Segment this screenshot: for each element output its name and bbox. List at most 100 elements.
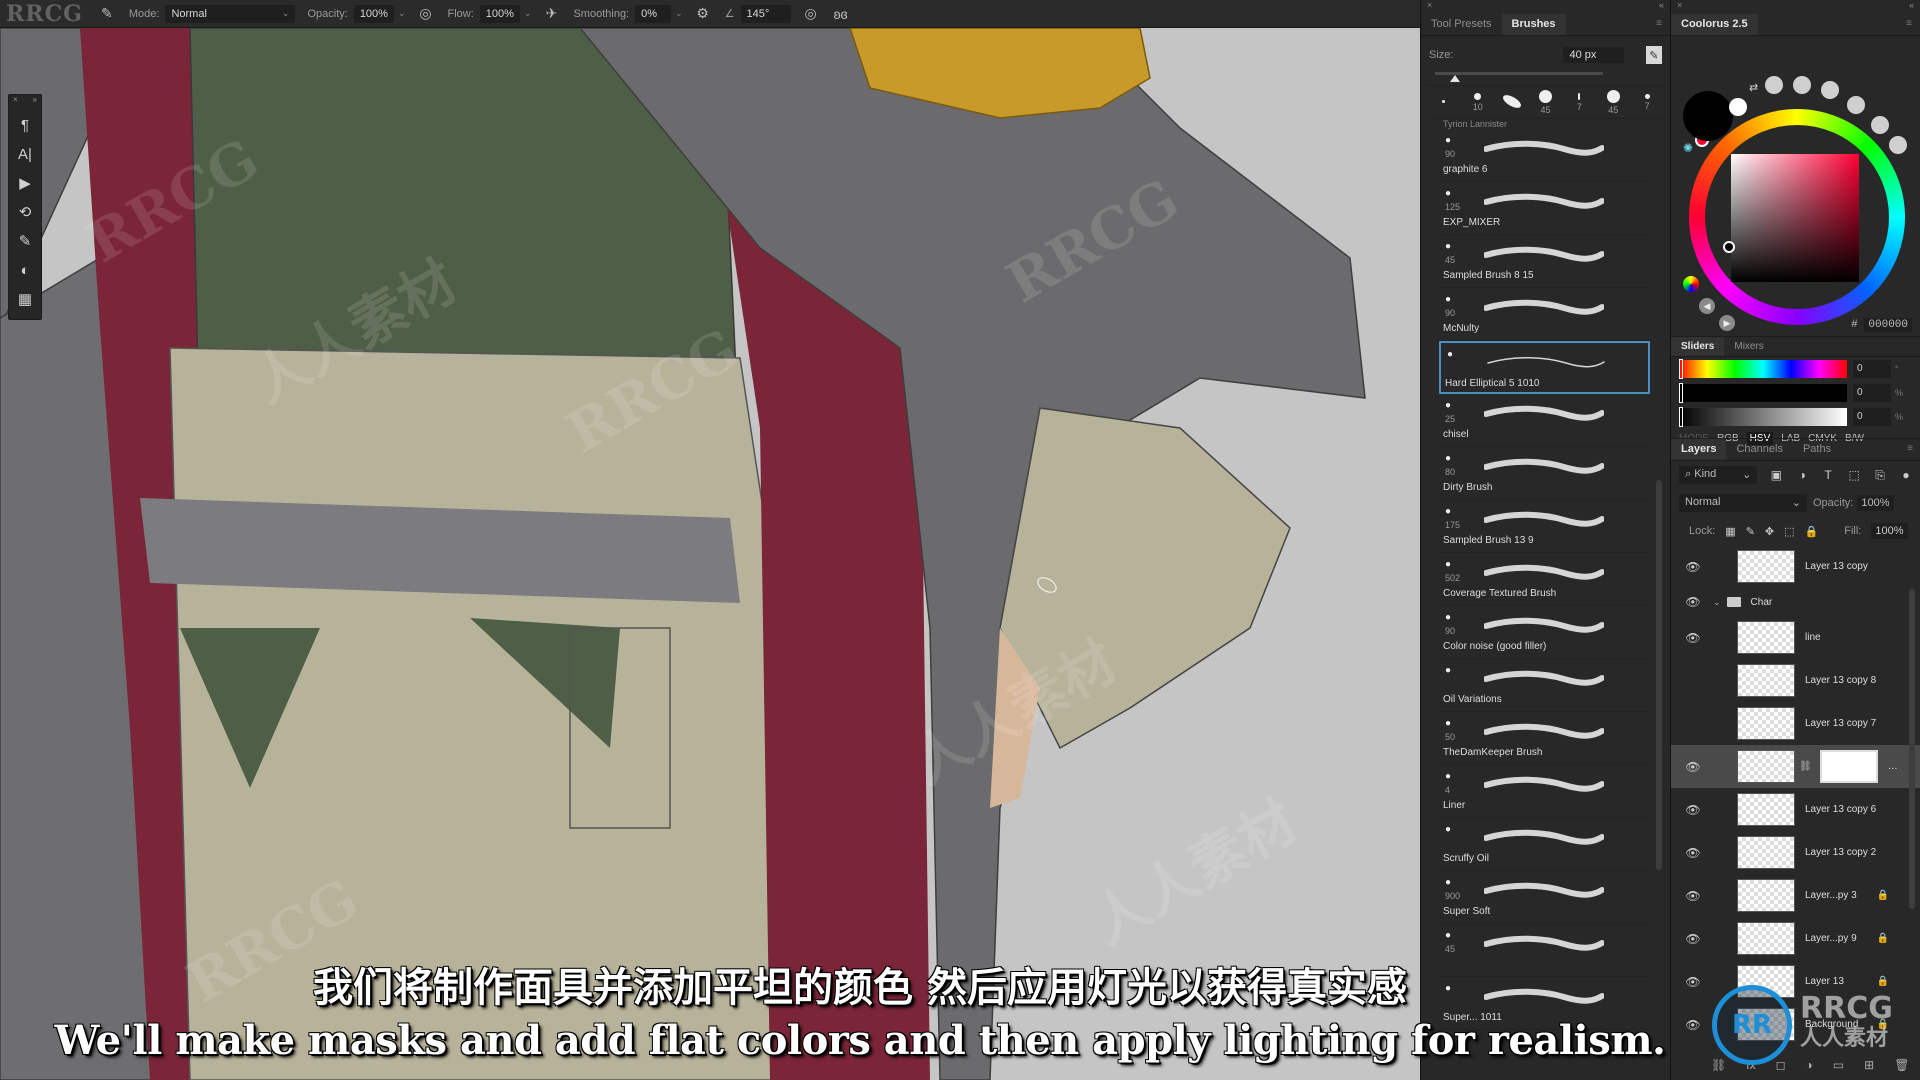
swap-colors-icon[interactable]: ⇄ xyxy=(1749,81,1758,94)
layers-scrollbar[interactable] xyxy=(1909,589,1915,909)
layer-filter-select[interactable]: ⌕ Kind ⌄ xyxy=(1679,466,1758,484)
value-value[interactable]: 0 xyxy=(1853,408,1891,426)
blend-mode-select[interactable]: Normal ⌄ xyxy=(1679,494,1807,512)
play-action-icon[interactable]: ▶ xyxy=(12,170,38,196)
brush-list-scrollbar[interactable] xyxy=(1656,480,1662,870)
opacity-dropdown-icon[interactable]: ⌄ xyxy=(398,8,406,19)
color-wheel-mode-icon[interactable] xyxy=(1683,276,1699,292)
pressure-opacity-icon[interactable]: ◎ xyxy=(416,4,436,24)
brush-preset-item[interactable]: ● 25 chisel xyxy=(1439,394,1650,447)
layer-row[interactable]: Layer 13 copy 7 xyxy=(1671,702,1920,745)
sv-marker[interactable] xyxy=(1723,241,1735,253)
flow-dropdown-icon[interactable]: ⌄ xyxy=(524,8,532,19)
brush-preset-picker-icon[interactable]: ✎ xyxy=(97,4,117,24)
brush-preset-item[interactable]: ● 4 Liner xyxy=(1439,765,1650,818)
recent-brush[interactable]: 45 xyxy=(1529,86,1563,118)
preset-brush-dot[interactable] xyxy=(1793,76,1811,94)
character-icon[interactable]: A| xyxy=(12,141,38,167)
recent-brush[interactable] xyxy=(1427,86,1461,118)
filter-shape-icon[interactable]: ⬚ xyxy=(1847,468,1861,482)
recent-brush[interactable]: 7 xyxy=(1630,86,1664,118)
fill-input[interactable]: 100% xyxy=(1871,523,1908,539)
brush-settings-icon[interactable]: ✎ xyxy=(12,228,38,254)
brush-preset-item[interactable]: ● 175 Sampled Brush 13 9 xyxy=(1439,500,1650,553)
preset-brush-dot[interactable] xyxy=(1889,136,1907,154)
layer-row[interactable]: 👁 Layer 13 copy 6 xyxy=(1671,788,1920,831)
symmetry-butterfly-icon[interactable]: ʚɞ xyxy=(831,4,851,24)
play-icon[interactable]: ▶ xyxy=(1719,315,1735,331)
preset-brush-dot[interactable] xyxy=(1765,76,1783,94)
layer-row[interactable]: 👁 Layer 13 copy 2 xyxy=(1671,831,1920,874)
brush-preset-item[interactable]: ● 90 Color noise (good filler) xyxy=(1439,606,1650,659)
saturation-slider[interactable] xyxy=(1679,383,1847,403)
panel-menu-icon[interactable]: ≡ xyxy=(1898,14,1920,35)
brush-preset-item[interactable]: ● Scruffy Oil xyxy=(1439,818,1650,871)
preset-brush-dot[interactable] xyxy=(1821,81,1839,99)
layer-mask-thumbnail[interactable] xyxy=(1819,750,1878,783)
layer-row[interactable]: 👁 ⛓… xyxy=(1671,745,1920,788)
document-canvas[interactable]: RRCG 人人素材 RRCG 人人素材 RRCG 人人素材 RRCG xyxy=(0,28,1420,1080)
preset-brush-dot[interactable] xyxy=(1847,96,1865,114)
paragraph-icon[interactable]: ¶ xyxy=(12,112,38,138)
visibility-eye-icon[interactable]: 👁 xyxy=(1681,932,1705,946)
close-panel-icon[interactable]: × xyxy=(1427,0,1432,14)
mode-select[interactable]: Normal ⌄ xyxy=(165,4,296,23)
layer-row[interactable]: Layer 13 copy 8 xyxy=(1671,659,1920,702)
visibility-eye-icon[interactable]: 👁 xyxy=(1681,803,1705,817)
layer-group-row[interactable]: 👁 ⌄ Char xyxy=(1671,588,1920,616)
brush-preset-item[interactable]: ● 50 TheDamKeeper Brush xyxy=(1439,712,1650,765)
new-brush-icon[interactable]: ✎ xyxy=(1645,46,1662,64)
tab-tool-presets[interactable]: Tool Presets xyxy=(1421,14,1502,35)
new-layer-icon[interactable]: ⊞ xyxy=(1864,1058,1874,1072)
visibility-eye-icon[interactable]: 👁 xyxy=(1681,889,1705,903)
brush-preset-item[interactable]: ● 900 Super Soft xyxy=(1439,871,1650,924)
brush-angle-input[interactable]: 145° xyxy=(740,4,791,23)
brush-preset-item[interactable]: ● 125 EXP_MIXER xyxy=(1439,182,1650,235)
layer-row[interactable]: 👁 line xyxy=(1671,616,1920,659)
adjustments-icon[interactable]: ◐ xyxy=(12,257,38,283)
close-panel-icon[interactable]: × xyxy=(1677,0,1682,14)
tab-brushes[interactable]: Brushes xyxy=(1501,14,1566,35)
smoothing-dropdown-icon[interactable]: ⌄ xyxy=(675,8,683,19)
pressure-size-icon[interactable]: ◎ xyxy=(801,4,821,24)
expand-panels-icon[interactable]: » xyxy=(33,95,37,109)
light-mode-icon[interactable]: ✺ xyxy=(1683,141,1693,155)
smoothing-input[interactable]: 0% xyxy=(635,4,672,23)
adjustment-layer-icon[interactable]: ◑ xyxy=(1806,1058,1813,1072)
visibility-eye-icon[interactable]: 👁 xyxy=(1681,631,1705,645)
preset-brush-dot[interactable] xyxy=(1871,116,1889,134)
hue-slider[interactable] xyxy=(1679,359,1847,379)
brush-preset-item[interactable]: ● Oil Variations xyxy=(1439,659,1650,712)
slider-thumb[interactable] xyxy=(1679,407,1683,427)
lock-image-icon[interactable]: ✎ xyxy=(1746,525,1755,538)
saturation-value[interactable]: 0 xyxy=(1853,384,1891,402)
filter-adjustment-icon[interactable]: ◑ xyxy=(1795,468,1809,482)
slider-thumb[interactable] xyxy=(1679,359,1683,379)
value-slider[interactable] xyxy=(1679,407,1847,427)
brush-preset-item[interactable]: ● Hard Elliptical 5 1010 xyxy=(1439,341,1650,394)
opacity-input[interactable]: 100% xyxy=(353,4,394,23)
slider-thumb[interactable] xyxy=(1679,383,1683,403)
saturation-value-square[interactable] xyxy=(1731,154,1859,282)
hue-value[interactable]: 0 xyxy=(1853,360,1891,378)
size-slider[interactable] xyxy=(1435,72,1603,82)
brush-preset-item[interactable]: ● 45 Sampled Brush 8 15 xyxy=(1439,235,1650,288)
layer-row[interactable]: 👁 Layer 13 copy xyxy=(1671,545,1920,588)
properties-icon[interactable]: ▦ xyxy=(12,286,38,312)
layer-opacity-input[interactable]: 100% xyxy=(1857,495,1894,511)
rotate-icon[interactable]: ◀ xyxy=(1699,298,1715,314)
recent-brush[interactable] xyxy=(1495,86,1529,118)
size-input[interactable]: 40 px xyxy=(1563,47,1624,63)
tab-channels[interactable]: Channels xyxy=(1726,439,1792,460)
hex-value[interactable]: 000000 xyxy=(1864,318,1912,332)
collapse-panel-icon[interactable]: « xyxy=(1909,0,1914,14)
collapse-panel-icon[interactable]: « xyxy=(1659,0,1664,14)
recent-brush[interactable]: 45 xyxy=(1596,86,1630,118)
lock-position-icon[interactable]: ✥ xyxy=(1765,525,1774,538)
panel-menu-icon[interactable]: ≡ xyxy=(1648,14,1670,35)
close-icon[interactable]: × xyxy=(13,95,18,109)
brush-preset-item[interactable]: ● 80 Dirty Brush xyxy=(1439,447,1650,500)
smoothing-options-gear-icon[interactable]: ⚙ xyxy=(693,4,713,24)
add-mask-icon[interactable]: ◻ xyxy=(1776,1058,1786,1072)
airbrush-icon[interactable]: ✈ xyxy=(541,4,561,24)
